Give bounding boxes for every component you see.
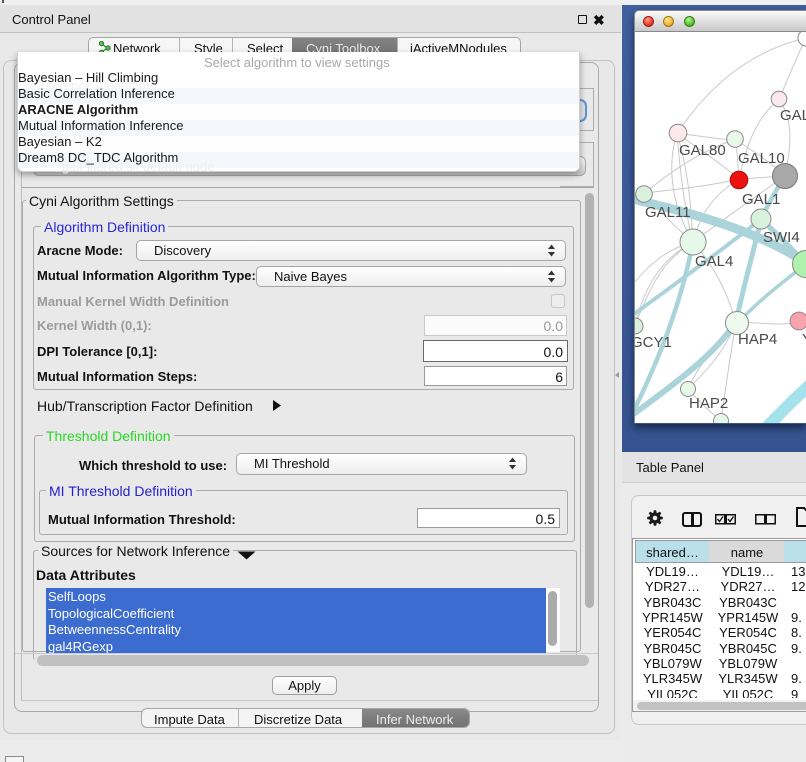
svg-text:GAL10: GAL10 xyxy=(738,150,785,167)
svg-text:HAP2: HAP2 xyxy=(689,395,728,412)
svg-text:SWI4: SWI4 xyxy=(763,229,800,246)
svg-text:Y: Y xyxy=(802,331,806,348)
svg-text:GAL11: GAL11 xyxy=(645,204,691,221)
svg-text:GCY1: GCY1 xyxy=(635,334,672,351)
svg-text:GAL1: GAL1 xyxy=(742,191,780,208)
svg-text:GAL80: GAL80 xyxy=(679,142,726,159)
svg-text:GAL: GAL xyxy=(780,107,806,124)
svg-text:HAP4: HAP4 xyxy=(738,331,777,348)
svg-text:GAL4: GAL4 xyxy=(695,253,733,270)
